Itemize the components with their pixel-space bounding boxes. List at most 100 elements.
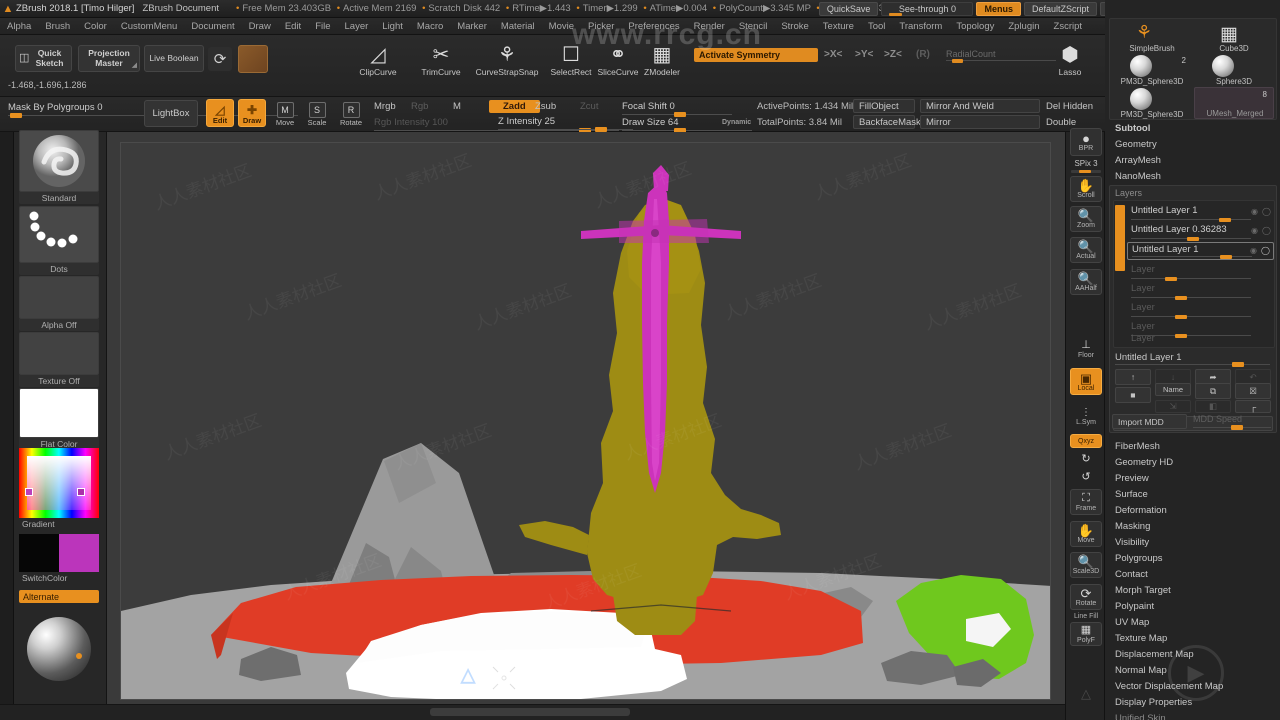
slider-knob[interactable] xyxy=(1165,277,1177,281)
menu-alpha[interactable]: Alpha xyxy=(0,18,38,35)
color-marker-primary[interactable] xyxy=(25,488,33,496)
activate-symmetry-button[interactable]: Activate Symmetry xyxy=(694,48,818,62)
eye-icon[interactable]: ◉ xyxy=(1251,207,1258,216)
zadd-button[interactable]: Zadd xyxy=(489,100,540,113)
slider-knob[interactable] xyxy=(1231,425,1243,430)
layer-row-2[interactable]: Untitled Layer 0.36283 ◉ ◯ xyxy=(1127,223,1274,241)
mdd-speed-slider[interactable]: MDD Speed xyxy=(1193,414,1271,430)
trimcurve-tool[interactable]: ✂ TrimCurve xyxy=(411,41,471,78)
symmetry-y-button[interactable]: >Y< xyxy=(855,49,873,60)
eye-icon[interactable]: ◉ xyxy=(1250,246,1257,255)
layer-row-5[interactable]: Layer xyxy=(1127,282,1274,300)
palette-unified-skin[interactable]: Unified Skin xyxy=(1109,710,1277,720)
material-selector[interactable]: Flat Color xyxy=(19,388,99,450)
mirror-and-weld-button[interactable]: Mirror And Weld xyxy=(920,99,1040,113)
menu-light[interactable]: Light xyxy=(375,18,410,35)
curvestrapsnap-tool[interactable]: ⚘ CurveStrapSnap xyxy=(468,41,546,78)
z-intensity-slider[interactable]: Z Intensity 25 xyxy=(498,116,633,132)
lasso-tool[interactable]: ⬢ Lasso xyxy=(1047,41,1093,78)
rotate-mode-button[interactable]: R Rotate xyxy=(337,101,365,127)
layer-up-button[interactable]: ↑ xyxy=(1115,369,1151,385)
menu-macro[interactable]: Macro xyxy=(410,18,450,35)
fill-object-button[interactable]: FillObject xyxy=(853,99,915,113)
backface-mask-button[interactable]: BackfaceMask xyxy=(853,115,921,129)
color-marker-secondary[interactable] xyxy=(77,488,85,496)
material-thumbnail[interactable] xyxy=(238,45,268,73)
radial-count-slider[interactable]: RadialCount xyxy=(946,49,1056,63)
symmetry-x-button[interactable]: >X< xyxy=(824,49,842,60)
layer-row-6[interactable]: Layer xyxy=(1127,301,1274,319)
layer-row-3-selected[interactable]: Untitled Layer 1 ◉ ◯ xyxy=(1127,242,1274,260)
edit-mode-button[interactable]: ◿ Edit xyxy=(206,99,234,127)
horizontal-scrollbar[interactable] xyxy=(430,708,630,716)
tool-sphere3d[interactable]: Sphere3D xyxy=(1194,54,1274,86)
focal-shift-slider[interactable]: Focal Shift 0 xyxy=(622,101,732,117)
slider-knob[interactable] xyxy=(1232,362,1244,367)
scale-3d-button[interactable]: 🔍 Scale3D xyxy=(1070,552,1102,578)
menu-preferences[interactable]: Preferences xyxy=(621,18,686,35)
palette-visibility[interactable]: Visibility xyxy=(1109,534,1277,550)
record-icon[interactable]: ◯ xyxy=(1262,207,1271,216)
rotate-cw-button[interactable]: ↺ xyxy=(1070,470,1102,485)
layer-row-1[interactable]: Untitled Layer 1 ◉ ◯ xyxy=(1127,204,1274,222)
texture-selector[interactable]: Texture Off xyxy=(19,332,99,387)
layer-row-4[interactable]: Layer xyxy=(1127,263,1274,281)
layer-row-8[interactable]: Layer xyxy=(1127,332,1274,350)
palette-masking[interactable]: Masking xyxy=(1109,518,1277,534)
menu-stroke[interactable]: Stroke xyxy=(774,18,815,35)
menu-texture[interactable]: Texture xyxy=(816,18,861,35)
spix-slider[interactable]: SPix 3 xyxy=(1070,159,1102,173)
mirror-button[interactable]: Mirror xyxy=(920,115,1040,129)
switch-color-widget[interactable]: SwitchColor xyxy=(19,534,99,584)
palette-arraymesh[interactable]: ArrayMesh xyxy=(1109,152,1277,168)
alternate-button[interactable]: Alternate xyxy=(19,590,99,603)
scale-mode-button[interactable]: S Scale xyxy=(304,101,330,127)
symmetry-radial-button[interactable]: (R) xyxy=(916,49,930,60)
color-swatch-alt[interactable] xyxy=(59,534,99,572)
bottom-scroll-strip[interactable] xyxy=(0,704,1065,720)
brush-selector[interactable]: Standard xyxy=(19,130,99,204)
menu-stencil[interactable]: Stencil xyxy=(732,18,775,35)
menu-marker[interactable]: Marker xyxy=(450,18,494,35)
palette-geometry-hd[interactable]: Geometry HD xyxy=(1109,454,1277,470)
menu-color[interactable]: Color xyxy=(77,18,114,35)
layers-list[interactable]: Untitled Layer 1 ◉ ◯ Untitled Layer 0.36… xyxy=(1113,200,1275,348)
palette-fibermesh[interactable]: FiberMesh xyxy=(1109,438,1277,454)
palette-contact[interactable]: Contact xyxy=(1109,566,1277,582)
move-mode-button[interactable]: M Move xyxy=(272,101,298,127)
palette-texture-map[interactable]: Texture Map xyxy=(1109,630,1277,646)
draw-mode-button[interactable]: ✚ Draw xyxy=(238,99,266,127)
actual-size-button[interactable]: 🔍 Actual xyxy=(1070,237,1102,263)
menu-render[interactable]: Render xyxy=(687,18,732,35)
import-mdd-button[interactable]: Import MDD xyxy=(1112,414,1187,429)
color-picker[interactable]: Gradient xyxy=(19,448,99,530)
menu-document[interactable]: Document xyxy=(184,18,241,35)
current-layer-slider[interactable]: Untitled Layer 1 xyxy=(1115,352,1270,367)
slider-knob[interactable] xyxy=(1175,315,1187,319)
del-hidden-button[interactable]: Del Hidden xyxy=(1046,101,1093,112)
palette-deformation[interactable]: Deformation xyxy=(1109,502,1277,518)
quick-sketch-button[interactable]: ◫ Quick Sketch xyxy=(15,45,72,72)
rgb-button[interactable]: Rgb xyxy=(411,101,428,112)
tool-cube3d[interactable]: ▦ Cube3D xyxy=(1194,21,1274,53)
menu-picker[interactable]: Picker xyxy=(581,18,621,35)
dynamic-toggle[interactable]: Dynamic xyxy=(722,119,751,126)
slider-knob[interactable] xyxy=(1187,237,1199,241)
tool-pm3d-sphere3d-1[interactable]: 2 PM3D_Sphere3D xyxy=(1112,54,1192,86)
layer-clear-button[interactable]: ┌ xyxy=(1235,400,1271,413)
polyframe-button[interactable]: ▦ PolyF xyxy=(1070,622,1102,646)
zsphere-button[interactable]: △ xyxy=(1070,682,1102,704)
palette-geometry[interactable]: Geometry xyxy=(1109,136,1277,152)
zmodeler-tool[interactable]: ▦ ZModeler xyxy=(632,41,692,78)
color-swatch-main[interactable] xyxy=(19,534,59,572)
alpha-selector[interactable]: Alpha Off xyxy=(19,276,99,331)
mrgb-button[interactable]: Mrgb xyxy=(374,101,396,112)
tool-simplebrush[interactable]: ⚘ SimpleBrush xyxy=(1112,21,1192,53)
menu-tool[interactable]: Tool xyxy=(861,18,892,35)
lightbox-button[interactable]: LightBox xyxy=(144,100,198,127)
tool-umesh-merged[interactable]: 8 UMesh_Merged xyxy=(1194,87,1274,119)
record-icon[interactable]: ◯ xyxy=(1261,246,1270,255)
quicksave-button[interactable]: QuickSave xyxy=(818,2,879,16)
layer-invert-button[interactable]: ⇲ xyxy=(1155,400,1191,413)
slider-knob[interactable] xyxy=(10,113,22,118)
